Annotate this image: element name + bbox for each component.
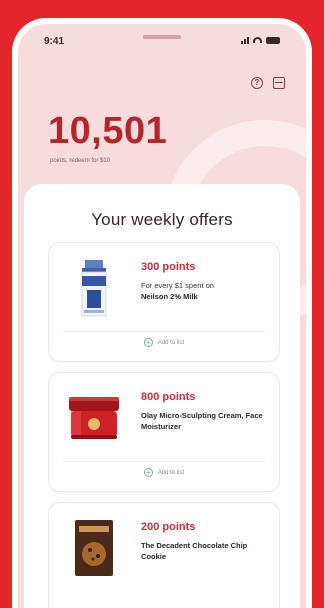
status-icons bbox=[241, 36, 280, 44]
signal-icon bbox=[241, 36, 249, 44]
offer-points: 200 points bbox=[141, 521, 196, 533]
offer-desc-prefix: For every $1 spent on bbox=[141, 281, 214, 290]
plus-icon: + bbox=[143, 468, 153, 477]
offers-sheet: Your weekly offers 300 points For every bbox=[24, 184, 300, 608]
add-to-list-label: Add to list bbox=[157, 339, 185, 346]
receipt-button[interactable] bbox=[272, 76, 286, 90]
offer-description: Olay Micro-Sculpting Cream, Face Moistur… bbox=[141, 411, 269, 433]
add-to-list-label: Add to list bbox=[157, 469, 185, 476]
header-actions: ? bbox=[250, 76, 286, 90]
offer-description: The Decadent Chocolate Chip Cookie bbox=[141, 541, 269, 563]
offer-product: The Decadent Chocolate Chip Cookie bbox=[141, 541, 248, 561]
add-to-list-button[interactable]: + Add to list bbox=[49, 338, 279, 347]
wifi-icon bbox=[253, 37, 262, 43]
offers-title: Your weekly offers bbox=[91, 210, 233, 229]
offer-card[interactable]: 200 points The Decadent Chocolate Chip C… bbox=[48, 502, 280, 608]
add-to-list-button[interactable]: + Add to list bbox=[49, 468, 279, 477]
offer-card[interactable]: 300 points For every $1 spent on Neilson… bbox=[48, 242, 280, 362]
phone-notch bbox=[87, 24, 237, 48]
receipt-icon bbox=[273, 77, 285, 89]
notch-speaker bbox=[143, 35, 181, 39]
cookie-box-image bbox=[63, 517, 125, 579]
help-icon: ? bbox=[251, 77, 263, 89]
offer-product: Olay Micro-Sculpting Cream, Face Moistur… bbox=[141, 411, 263, 431]
offer-points: 300 points bbox=[141, 261, 196, 273]
milk-carton-image bbox=[63, 257, 125, 319]
app-screen: 9:41 ? 10,501 points, redeem for $10 You… bbox=[18, 24, 306, 608]
offer-divider bbox=[63, 331, 265, 332]
help-button[interactable]: ? bbox=[250, 76, 264, 90]
phone-frame: 9:41 ? 10,501 points, redeem for $10 You… bbox=[12, 18, 312, 608]
cream-jar-image bbox=[63, 387, 125, 449]
offer-product: Neilson 2% Milk bbox=[141, 291, 198, 301]
battery-icon bbox=[266, 36, 280, 44]
offer-points: 800 points bbox=[141, 391, 196, 403]
plus-icon: + bbox=[143, 338, 153, 347]
status-time: 9:41 bbox=[44, 36, 65, 47]
offer-description: For every $1 spent on Neilson 2% Milk bbox=[141, 281, 269, 303]
offer-divider bbox=[63, 461, 265, 462]
points-subtitle: points, redeem for $10 bbox=[50, 158, 111, 164]
points-balance: 10,501 bbox=[48, 110, 168, 152]
offer-card[interactable]: 800 points Olay Micro-Sculpting Cream, F… bbox=[48, 372, 280, 492]
